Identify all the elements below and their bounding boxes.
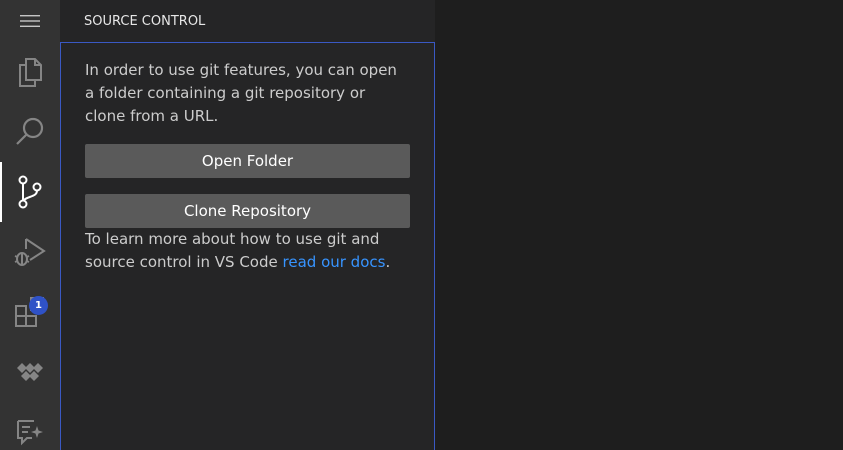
- editor-area: [435, 0, 843, 450]
- activity-search[interactable]: [0, 102, 60, 162]
- learn-more-suffix: .: [385, 253, 391, 271]
- activity-run-debug[interactable]: [0, 222, 60, 282]
- intro-text: In order to use git features, you can op…: [85, 61, 397, 125]
- activity-remote[interactable]: [0, 342, 60, 402]
- activity-bar: 1: [0, 0, 60, 450]
- welcome-content: In order to use git features, you can op…: [61, 43, 434, 274]
- hamburger-menu-icon: [20, 15, 40, 27]
- activity-explorer[interactable]: [0, 42, 60, 102]
- chat-sparkle-icon: [17, 420, 43, 446]
- remote-explorer-icon: [17, 363, 43, 381]
- menu-button[interactable]: [0, 0, 60, 42]
- activity-extensions[interactable]: 1: [0, 282, 60, 342]
- vscode-window: 1 SOURCE CONTROL In order to use git fea…: [0, 0, 843, 450]
- source-control-welcome-panel: In order to use git features, you can op…: [60, 42, 435, 450]
- learn-more-text: To learn more about how to use git and s…: [85, 228, 410, 274]
- extensions-badge: 1: [29, 296, 48, 315]
- sidebar-title: SOURCE CONTROL: [84, 13, 206, 29]
- activity-chat[interactable]: [0, 402, 60, 450]
- activity-source-control[interactable]: [0, 162, 60, 222]
- open-folder-button[interactable]: Open Folder: [85, 144, 410, 178]
- files-icon: [19, 58, 42, 87]
- source-control-icon: [18, 175, 42, 209]
- clone-repository-button[interactable]: Clone Repository: [85, 194, 410, 228]
- read-docs-link[interactable]: read our docs: [283, 253, 386, 271]
- search-icon: [16, 117, 44, 145]
- sidebar-source-control: SOURCE CONTROL In order to use git featu…: [60, 0, 435, 450]
- run-debug-icon: [14, 238, 46, 266]
